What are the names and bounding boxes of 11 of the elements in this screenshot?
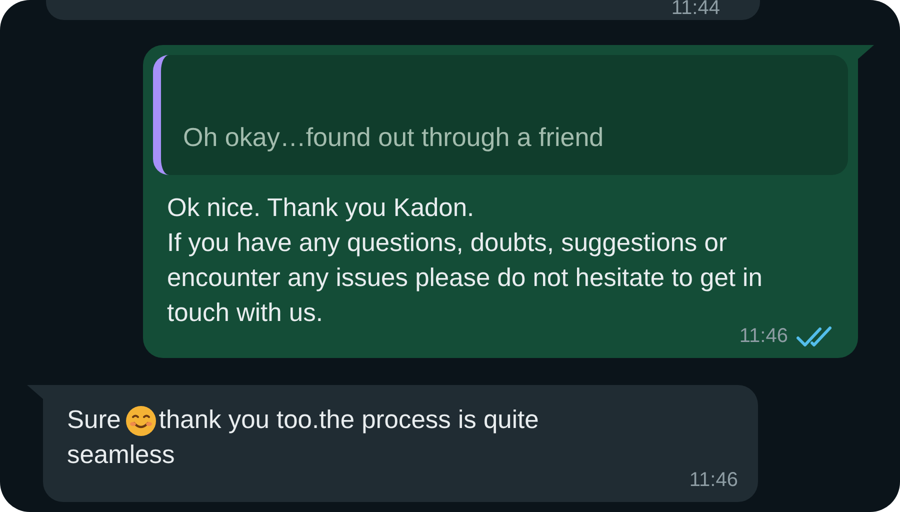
message-time: 11:44 [671,0,720,16]
message-text: Sure [67,405,121,436]
quoted-message[interactable]: Oh okay…found out through a friend [153,55,848,175]
message-time: 11:46 [739,325,788,348]
message-text: Ok nice. Thank you Kadon. [167,193,476,224]
message-text: seamless [67,440,175,471]
smiling-face-icon [124,404,157,436]
message-text: If you have any questions, doubts, suggestions or encounter any issues please do not hesitate to get in touch with us. [167,228,764,328]
quoted-text: Oh okay…found out through a friend [183,122,604,153]
message-time: 11:46 [689,469,738,492]
message-text: thank you too.the process is quite [158,405,539,436]
